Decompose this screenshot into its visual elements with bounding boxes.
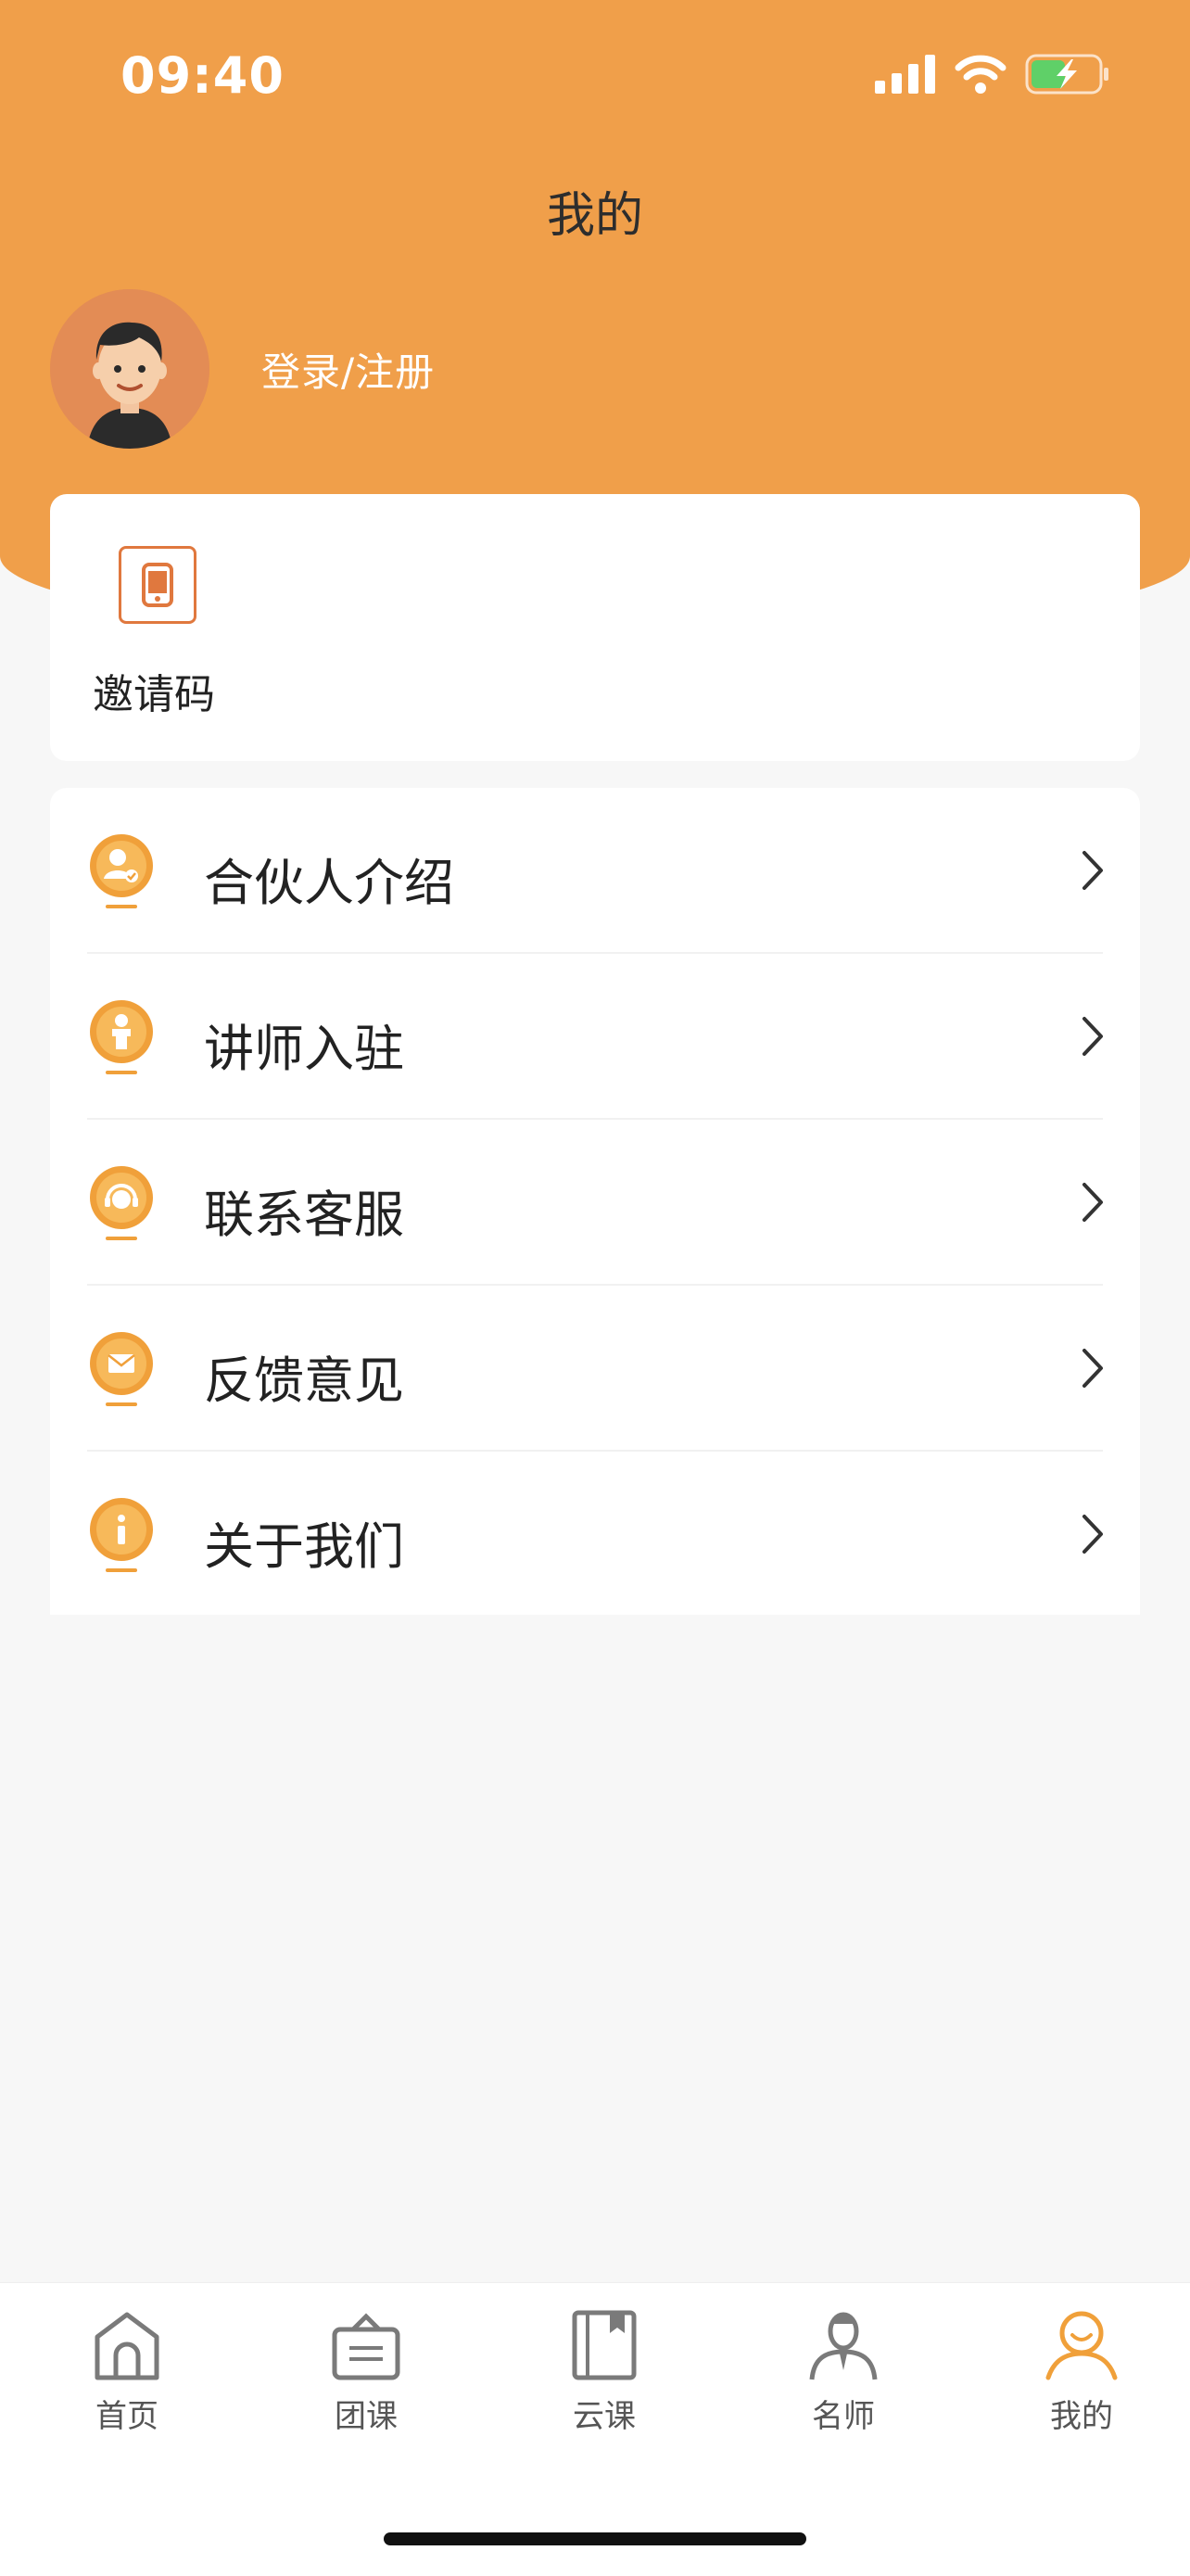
profile-section[interactable]: 登录/注册 [50,289,435,449]
battery-charging-icon [1025,54,1108,95]
cloud-class-icon [572,2310,637,2380]
status-time: 09:40 [120,46,285,105]
tab-profile[interactable]: 我的 [1007,2309,1156,2436]
menu-item-label: 合伙人介绍 [204,854,454,912]
menu-item-label: 反馈意见 [204,1351,404,1410]
info-icon [90,1498,153,1572]
menu-item-label: 关于我们 [204,1517,404,1576]
wifi-icon [955,55,1006,94]
tab-group-class[interactable]: 团课 [292,2309,440,2436]
home-icon [95,2312,159,2380]
tab-label: 首页 [95,2398,158,2435]
chevron-right-icon [1082,1017,1103,1056]
partner-icon [90,834,153,908]
tab-label: 我的 [1050,2398,1113,2435]
login-register-link[interactable]: 登录/注册 [261,341,435,398]
invite-code-label: 邀请码 [93,671,215,718]
teacher-icon [809,2312,878,2380]
menu-item-label: 讲师入驻 [204,1020,404,1078]
menu-item-label: 联系客服 [204,1186,404,1244]
menu-item-partner-intro[interactable]: 合伙人介绍 [50,788,1140,954]
phone-icon [119,546,196,624]
tab-teacher[interactable]: 名师 [769,2309,918,2436]
chevron-right-icon [1082,851,1103,890]
menu-list: 合伙人介绍 讲师入驻 联系客服 反馈意见 关于我们 [50,788,1140,1615]
home-indicator[interactable] [384,2532,806,2545]
status-icons [875,54,1110,95]
avatar[interactable] [50,289,209,449]
page-title: 我的 [546,188,643,244]
tab-label: 名师 [812,2398,875,2435]
cellular-signal-icon [875,55,935,94]
tab-cloud-class[interactable]: 云课 [530,2309,678,2436]
feedback-icon [90,1332,153,1406]
chevron-right-icon [1082,1515,1103,1554]
menu-item-contact-service[interactable]: 联系客服 [50,1120,1140,1286]
status-bar: 09:40 [0,0,1190,158]
group-class-icon [332,2313,400,2380]
profile-icon [1045,2311,1118,2380]
chevron-right-icon [1082,1349,1103,1388]
menu-item-about-us[interactable]: 关于我们 [50,1452,1140,1618]
menu-item-lecturer-join[interactable]: 讲师入驻 [50,954,1140,1120]
tab-label: 云课 [573,2398,636,2435]
invite-code-card[interactable]: 邀请码 [50,494,1140,761]
tab-home[interactable]: 首页 [53,2309,201,2436]
customer-service-icon [90,1166,153,1240]
avatar-illustration [50,289,209,449]
chevron-right-icon [1082,1183,1103,1222]
lecturer-icon [90,1000,153,1074]
tab-label: 团课 [335,2398,398,2435]
menu-item-feedback[interactable]: 反馈意见 [50,1286,1140,1452]
